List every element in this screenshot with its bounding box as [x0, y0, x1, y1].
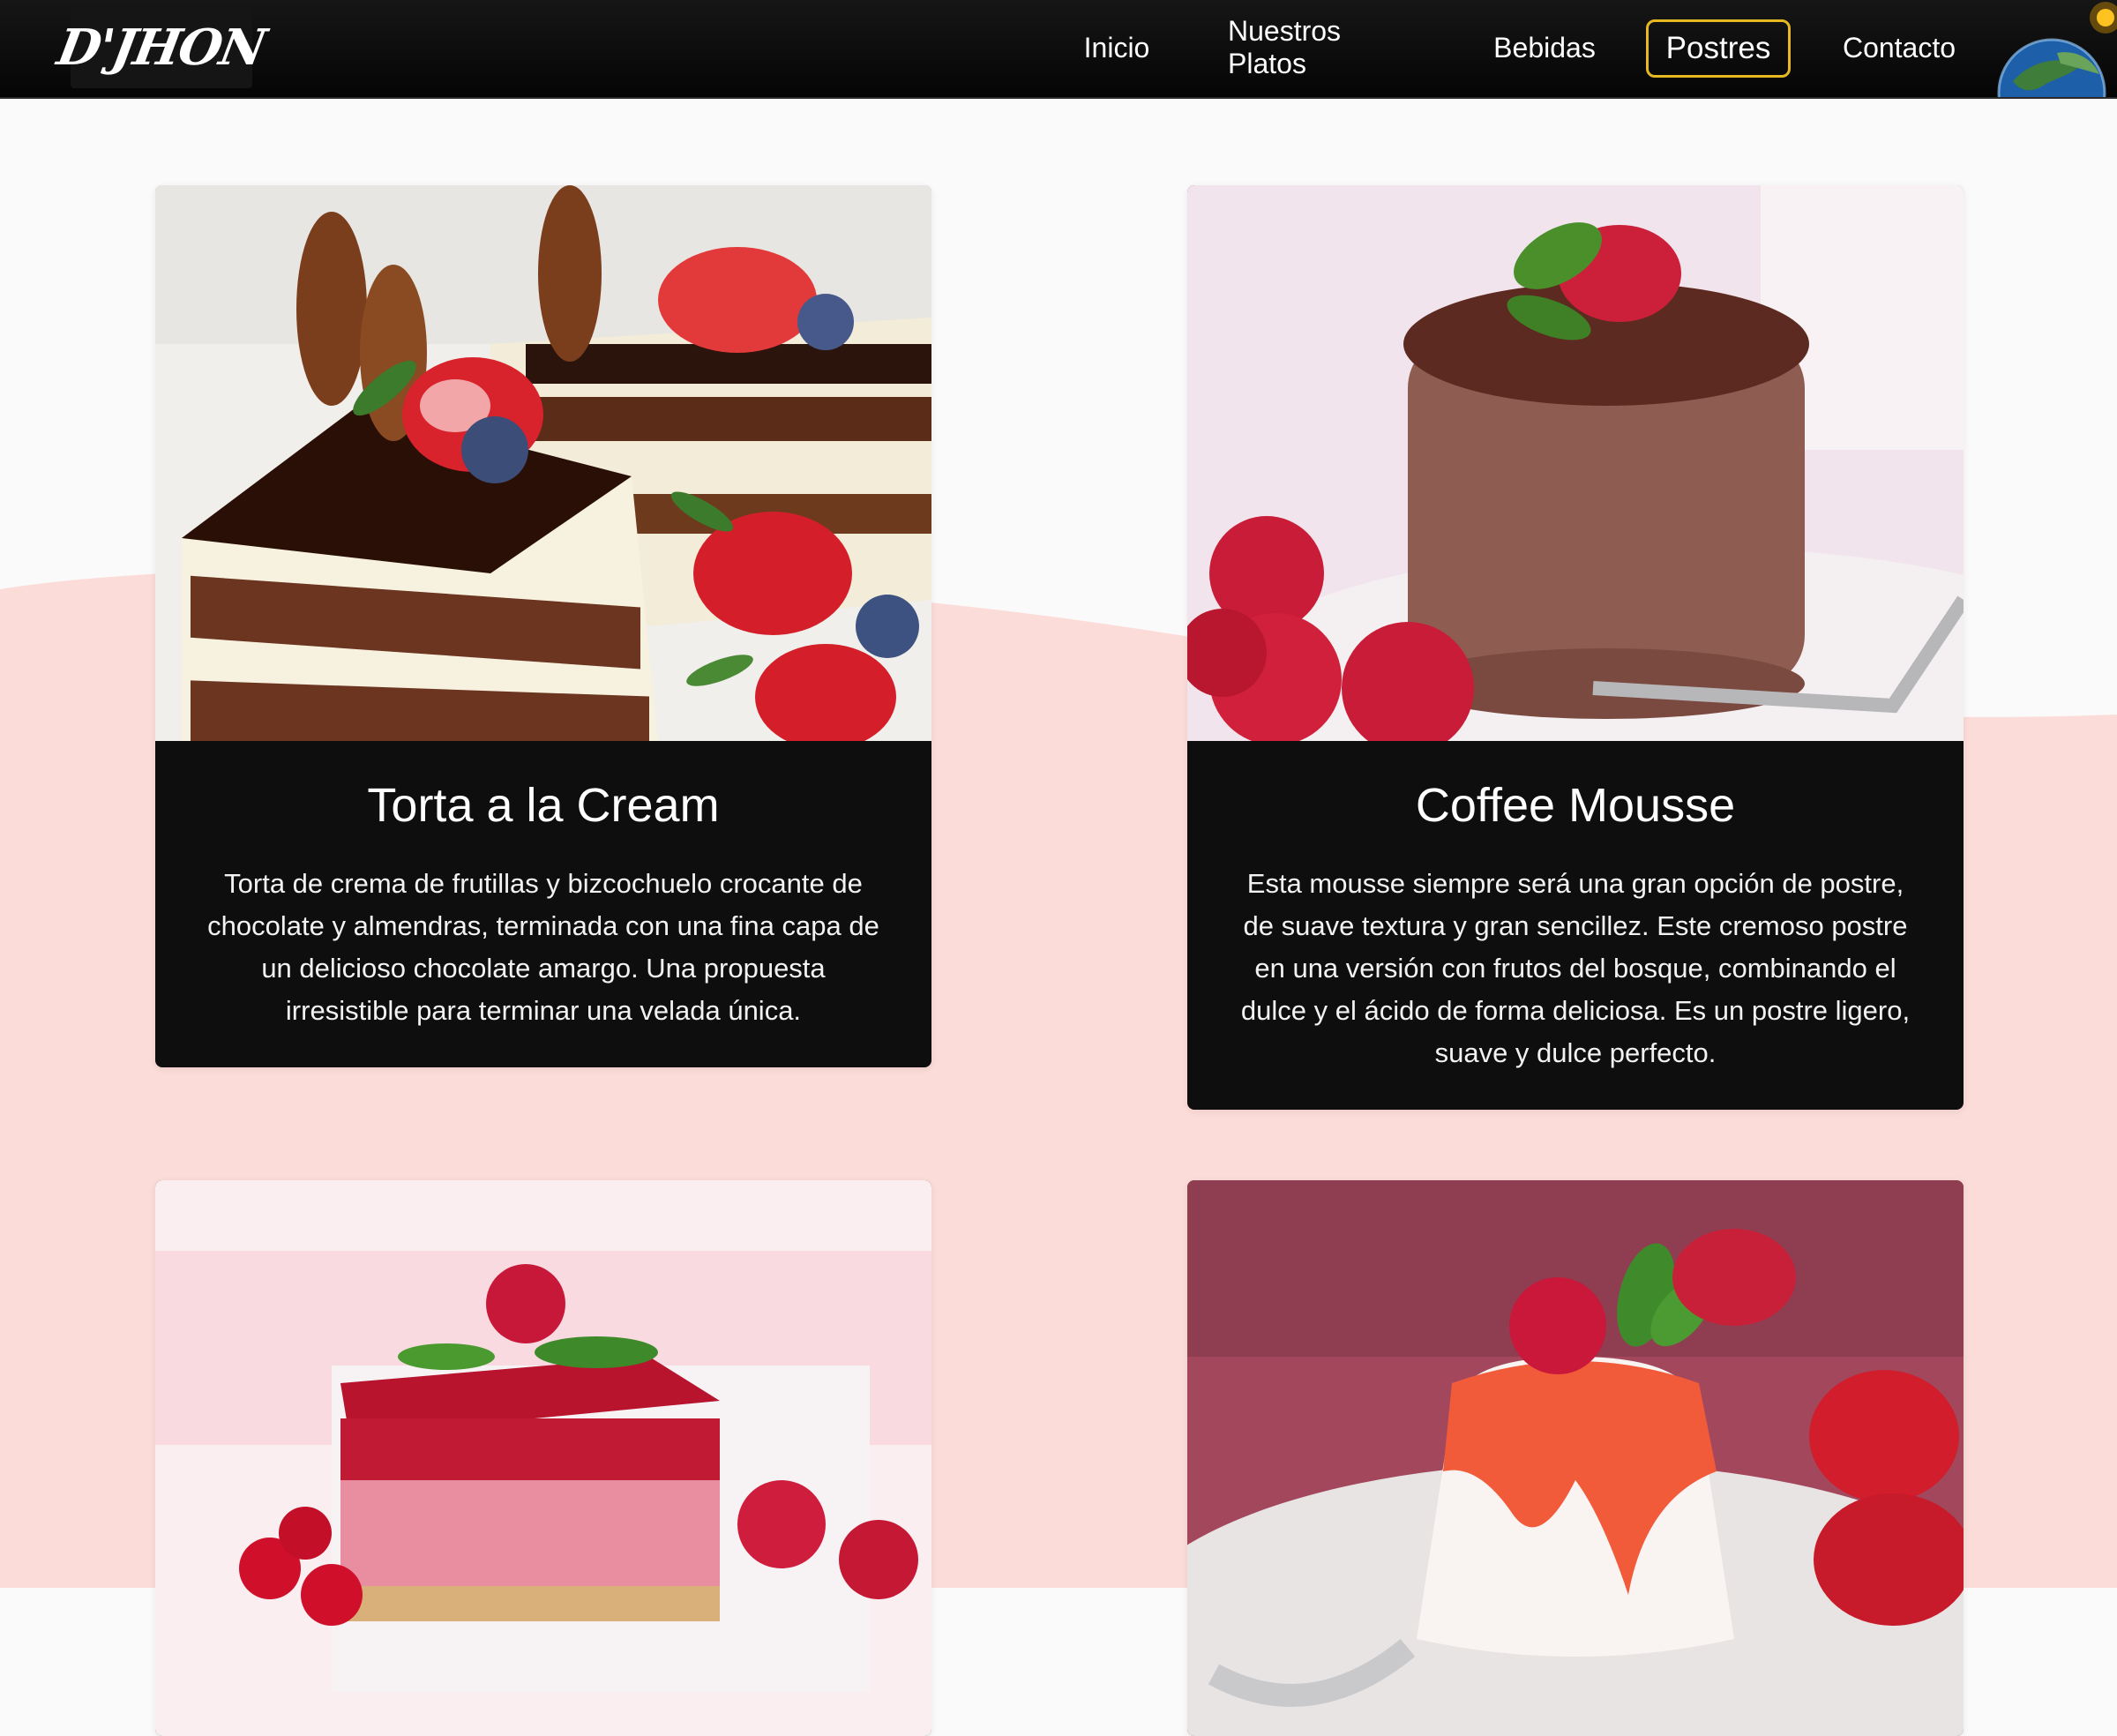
dessert-card-panna-cotta [1187, 1180, 1964, 1736]
dessert-card-torta: Torta a la Cream Torta de crema de fruti… [155, 185, 931, 1067]
card-description: Torta de crema de frutillas y bizcochuel… [207, 868, 879, 1026]
chocolate-mousse-image [1187, 185, 1964, 741]
card-body: Coffee Mousse Esta mousse siempre será u… [1187, 741, 1964, 1110]
dessert-card-coffee-mousse: Coffee Mousse Esta mousse siempre será u… [1187, 185, 1964, 1110]
brand-logo[interactable]: D'JHON [54, 7, 269, 88]
card-title: Torta a la Cream [367, 779, 720, 832]
dessert-card-raspberry-cake [155, 1180, 931, 1736]
card-body: Torta a la Cream Torta de crema de fruti… [155, 741, 931, 1067]
nav-item-postres[interactable]: Postres [1646, 19, 1791, 78]
panna-cotta-image [1187, 1180, 1964, 1736]
card-description: Esta mousse siempre será una gran opción… [1240, 868, 1911, 1068]
nav-item-bebidas[interactable]: Bebidas [1491, 19, 1598, 76]
top-navbar: D'JHON Inicio Nuestros Platos Bebidas Po… [0, 0, 2117, 99]
globe-icon[interactable] [1995, 0, 2117, 97]
raspberry-jelly-cake-image [155, 1180, 931, 1736]
nav-item-inicio[interactable]: Inicio [1074, 19, 1159, 76]
nav-item-nuestros-platos[interactable]: Nuestros Platos [1228, 15, 1420, 79]
layered-cake-image [155, 185, 931, 741]
brand-logo-text: D'JHON [53, 19, 270, 77]
nav-item-contacto[interactable]: Contacto [1842, 19, 1956, 76]
card-title: Coffee Mousse [1415, 779, 1736, 832]
